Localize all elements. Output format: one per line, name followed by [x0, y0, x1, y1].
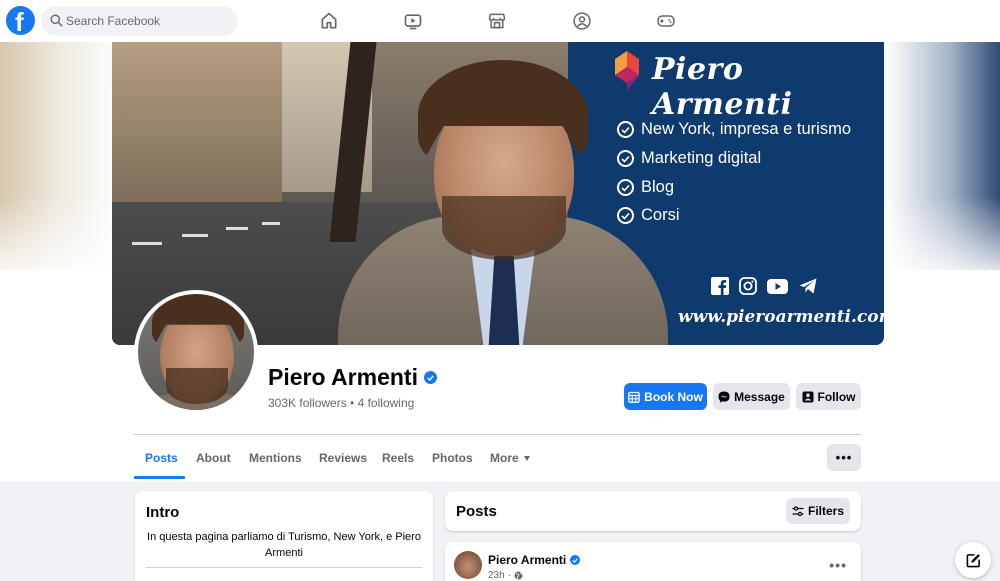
- post-time-text[interactable]: 23h: [488, 570, 505, 581]
- road-marking: [262, 222, 280, 225]
- post-card: Piero Armenti 23h · •••: [445, 542, 861, 581]
- road-marking: [226, 227, 248, 230]
- filters-icon: [792, 505, 804, 516]
- stats-separator: •: [346, 396, 358, 410]
- profile-name: Piero Armenti: [268, 364, 437, 391]
- youtube-icon: [766, 275, 788, 297]
- post-options-button[interactable]: •••: [829, 557, 847, 573]
- cover-bullet-text: New York, impresa e turismo: [641, 120, 851, 138]
- search-icon: [50, 14, 63, 27]
- timestamp-separator: ·: [507, 570, 512, 581]
- cover-bullet-text: Corsi: [641, 206, 680, 224]
- active-tab-indicator: [134, 476, 185, 479]
- profile-name-text: Piero Armenti: [268, 364, 418, 390]
- post-timestamp[interactable]: 23h ·: [488, 570, 523, 581]
- profile-avatar[interactable]: [134, 290, 258, 414]
- gaming-icon[interactable]: [654, 9, 678, 33]
- intro-divider: [146, 567, 422, 568]
- intro-title: Intro: [146, 504, 180, 521]
- book-now-button[interactable]: Book Now: [624, 383, 707, 410]
- cover-bullet: New York, impresa e turismo: [617, 120, 851, 139]
- road-marking: [182, 234, 208, 237]
- facebook-icon: [709, 275, 731, 297]
- follow-button[interactable]: Follow: [796, 383, 861, 410]
- check-circle-icon: [617, 179, 634, 196]
- intro-bio: In questa pagina parliamo di Turismo, Ne…: [147, 531, 421, 559]
- cover-bullet: Blog: [617, 178, 674, 197]
- profile-stats: 303K followers • 4 following: [268, 396, 414, 410]
- cover-brand-name: Piero Armenti: [652, 52, 793, 122]
- filters-button[interactable]: Filters: [786, 498, 850, 524]
- watch-icon[interactable]: [401, 9, 425, 33]
- caret-down-icon: [523, 456, 530, 462]
- messenger-icon: [718, 391, 730, 402]
- cover-building: [112, 42, 282, 207]
- globe-icon: [514, 571, 523, 580]
- message-button[interactable]: Message: [713, 383, 790, 410]
- tab-about[interactable]: About: [196, 451, 231, 465]
- filters-label: Filters: [807, 504, 844, 518]
- cover-bullet-text: Blog: [641, 178, 675, 196]
- compose-icon: [966, 553, 980, 567]
- tab-mentions[interactable]: Mentions: [249, 451, 302, 465]
- tab-more-label: More: [490, 451, 519, 465]
- groups-icon[interactable]: [570, 9, 594, 33]
- verified-badge-icon[interactable]: [423, 371, 437, 384]
- check-circle-icon: [617, 150, 634, 167]
- marketplace-icon[interactable]: [485, 9, 509, 33]
- tab-more[interactable]: More: [490, 451, 530, 465]
- brand-logo-icon: [615, 51, 639, 91]
- tab-reviews[interactable]: Reviews: [319, 451, 367, 465]
- post-author[interactable]: Piero Armenti: [488, 553, 581, 567]
- portrait-beard: [442, 196, 566, 260]
- book-now-label: Book Now: [644, 389, 703, 404]
- posts-title: Posts: [456, 503, 497, 520]
- post-author-name[interactable]: Piero Armenti: [488, 553, 566, 567]
- follow-icon: [802, 391, 813, 402]
- cover-website: www.pieroarmenti.com: [678, 307, 884, 327]
- cover-bullet-text: Marketing digital: [641, 149, 762, 167]
- avatar-beard: [166, 368, 228, 404]
- profile-more-options-button[interactable]: •••: [827, 444, 861, 471]
- cover-bullet: Corsi: [617, 206, 680, 225]
- new-message-button[interactable]: [955, 542, 991, 578]
- message-label: Message: [734, 389, 785, 404]
- calendar-icon: [628, 391, 641, 403]
- road-marking: [132, 242, 162, 245]
- telegram-icon: [797, 275, 819, 297]
- tab-reels[interactable]: Reels: [382, 451, 414, 465]
- tab-photos[interactable]: Photos: [432, 451, 473, 465]
- followers-link[interactable]: 303K followers: [268, 396, 347, 410]
- cover-bullet: Marketing digital: [617, 149, 761, 168]
- profile-divider: [134, 434, 861, 435]
- follow-label: Follow: [817, 389, 856, 404]
- instagram-icon: [737, 275, 759, 297]
- search-box[interactable]: [41, 6, 238, 36]
- following-link[interactable]: 4 following: [358, 396, 415, 410]
- search-input[interactable]: [66, 6, 231, 36]
- top-navigation-bar: f: [0, 0, 1000, 42]
- post-author-avatar[interactable]: [454, 551, 482, 579]
- tab-posts[interactable]: Posts: [145, 451, 178, 465]
- intro-card: Intro In questa pagina parliamo di Turis…: [135, 491, 433, 581]
- check-circle-icon: [617, 121, 634, 138]
- check-circle-icon: [617, 207, 634, 224]
- home-icon[interactable]: [317, 9, 341, 33]
- verified-badge-icon: [570, 555, 581, 565]
- facebook-logo[interactable]: f: [6, 6, 35, 37]
- posts-header-card: Posts Filters: [445, 491, 861, 531]
